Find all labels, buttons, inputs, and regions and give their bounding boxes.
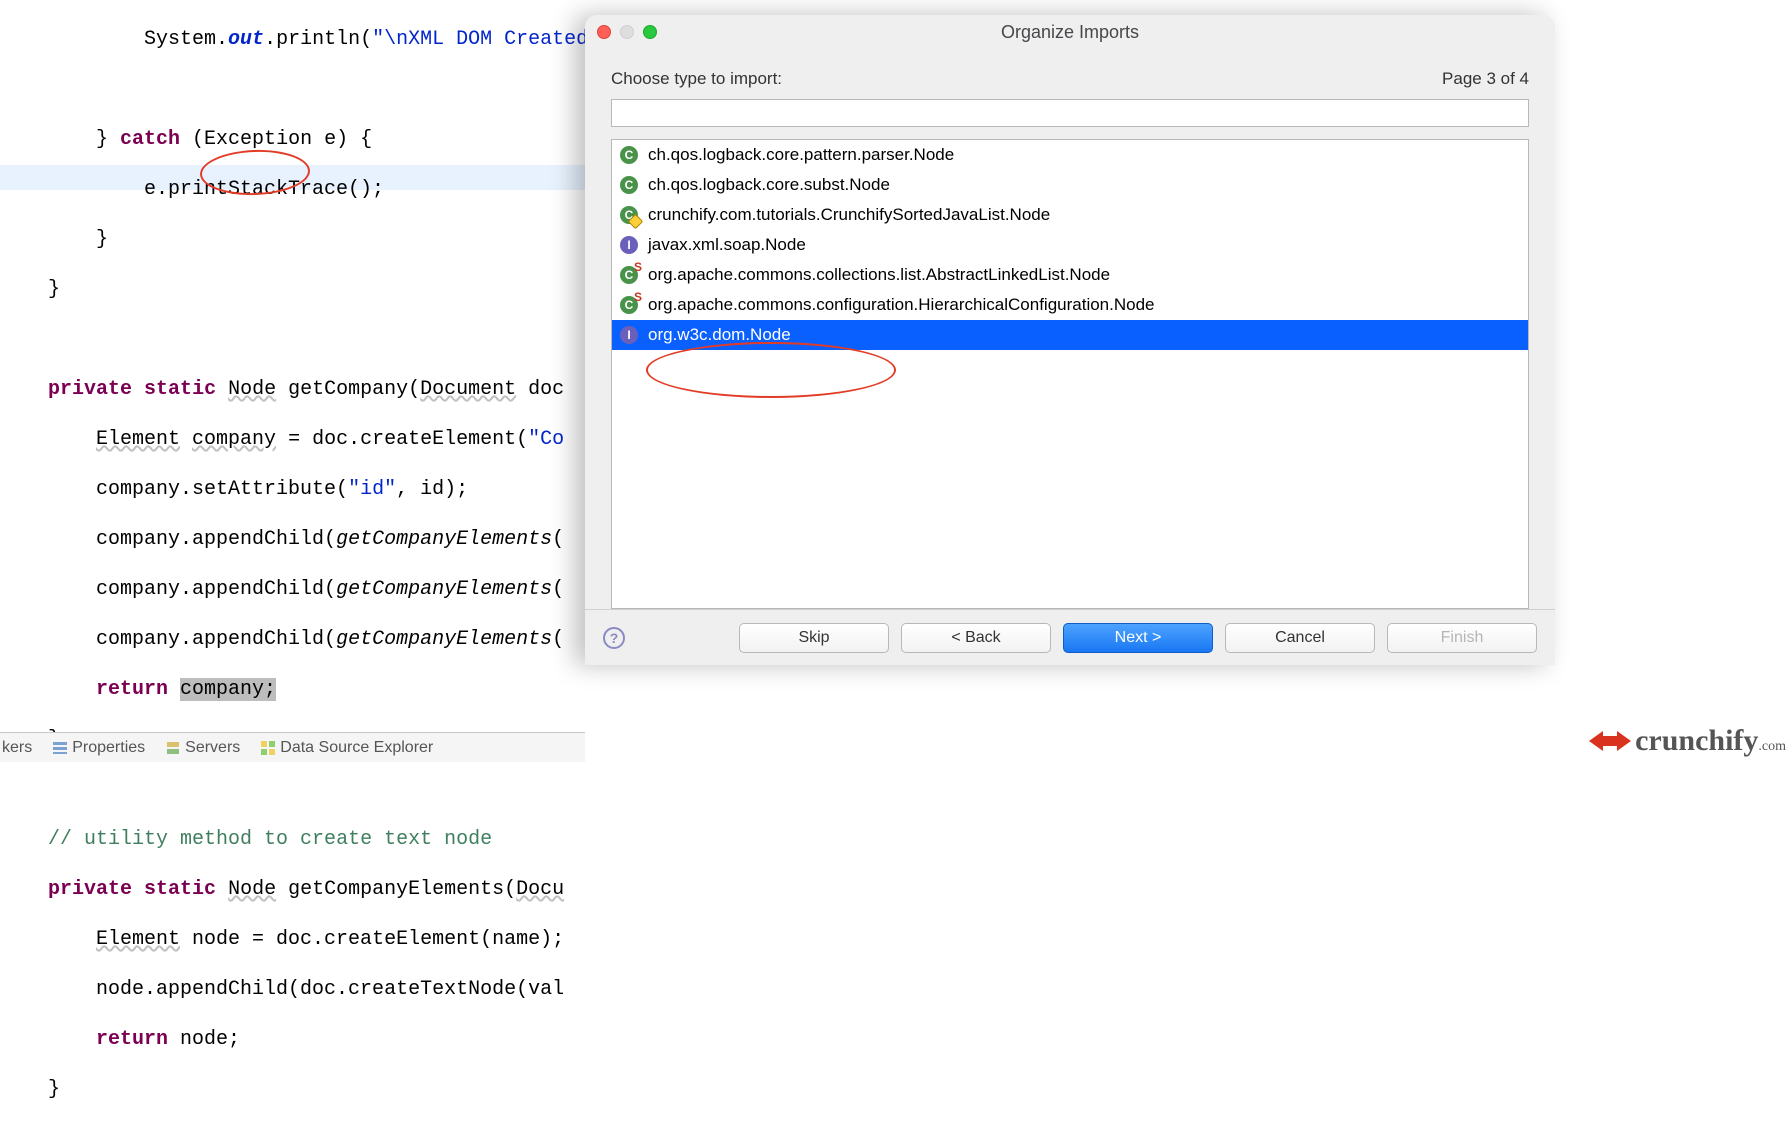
tab-properties[interactable]: Properties xyxy=(52,739,145,757)
window-zoom-icon[interactable] xyxy=(643,25,657,39)
next-button[interactable]: Next > xyxy=(1063,623,1213,653)
code-editor[interactable]: System.out.println("\nXML DOM Created Su… xyxy=(0,0,680,660)
list-item[interactable]: C S org.apache.commons.configuration.Hie… xyxy=(612,290,1528,320)
window-close-icon[interactable] xyxy=(597,25,611,39)
list-item[interactable]: I javax.xml.soap.Node xyxy=(612,230,1528,260)
skip-button[interactable]: Skip xyxy=(739,623,889,653)
interface-icon: I xyxy=(620,326,638,344)
type-label: ch.qos.logback.core.subst.Node xyxy=(648,175,890,195)
type-label: crunchify.com.tutorials.CrunchifySortedJ… xyxy=(648,205,1050,225)
tab-markers[interactable]: kers xyxy=(2,739,32,757)
organize-imports-dialog: Organize Imports Choose type to import: … xyxy=(585,15,1555,665)
class-icon: C xyxy=(620,176,638,194)
servers-icon xyxy=(165,740,181,756)
help-icon[interactable]: ? xyxy=(603,627,625,649)
logo-text: crunchify xyxy=(1635,724,1758,758)
static-overlay-icon: S xyxy=(634,260,642,274)
data-source-icon xyxy=(260,740,276,756)
tab-data-source-explorer[interactable]: Data Source Explorer xyxy=(260,739,433,757)
list-item[interactable]: C S org.apache.commons.collections.list.… xyxy=(612,260,1528,290)
type-label: org.apache.commons.configuration.Hierarc… xyxy=(648,295,1155,315)
type-list[interactable]: C ch.qos.logback.core.pattern.parser.Nod… xyxy=(611,139,1529,609)
type-label: ch.qos.logback.core.pattern.parser.Node xyxy=(648,145,954,165)
back-button[interactable]: < Back xyxy=(901,623,1051,653)
page-indicator: Page 3 of 4 xyxy=(1442,69,1529,89)
type-label: org.w3c.dom.Node xyxy=(648,325,791,345)
tab-servers[interactable]: Servers xyxy=(165,739,240,757)
dialog-title: Organize Imports xyxy=(585,22,1555,43)
type-filter-input[interactable] xyxy=(611,99,1529,127)
list-item[interactable]: C crunchify.com.tutorials.CrunchifySorte… xyxy=(612,200,1528,230)
dialog-button-bar: ? Skip < Back Next > Cancel Finish xyxy=(585,609,1555,665)
static-overlay-icon: S xyxy=(634,290,642,304)
interface-icon: I xyxy=(620,236,638,254)
eclipse-views-tabbar[interactable]: kers Properties Servers Data Source Expl… xyxy=(0,732,585,762)
list-item[interactable]: C ch.qos.logback.core.pattern.parser.Nod… xyxy=(612,140,1528,170)
class-icon: C xyxy=(620,146,638,164)
properties-icon xyxy=(52,740,68,756)
list-item-selected[interactable]: I org.w3c.dom.Node xyxy=(612,320,1528,350)
type-label: org.apache.commons.collections.list.Abst… xyxy=(648,265,1110,285)
annotation-ellipse-list xyxy=(646,342,896,398)
window-minimize-icon xyxy=(620,25,634,39)
crunchify-logo: crunchify.com xyxy=(1589,724,1786,758)
logo-tld: .com xyxy=(1758,739,1786,755)
dialog-titlebar[interactable]: Organize Imports xyxy=(585,15,1555,49)
choose-type-label: Choose type to import: xyxy=(611,69,782,89)
type-label: javax.xml.soap.Node xyxy=(648,235,806,255)
finish-button: Finish xyxy=(1387,623,1537,653)
cancel-button[interactable]: Cancel xyxy=(1225,623,1375,653)
list-item[interactable]: C ch.qos.logback.core.subst.Node xyxy=(612,170,1528,200)
